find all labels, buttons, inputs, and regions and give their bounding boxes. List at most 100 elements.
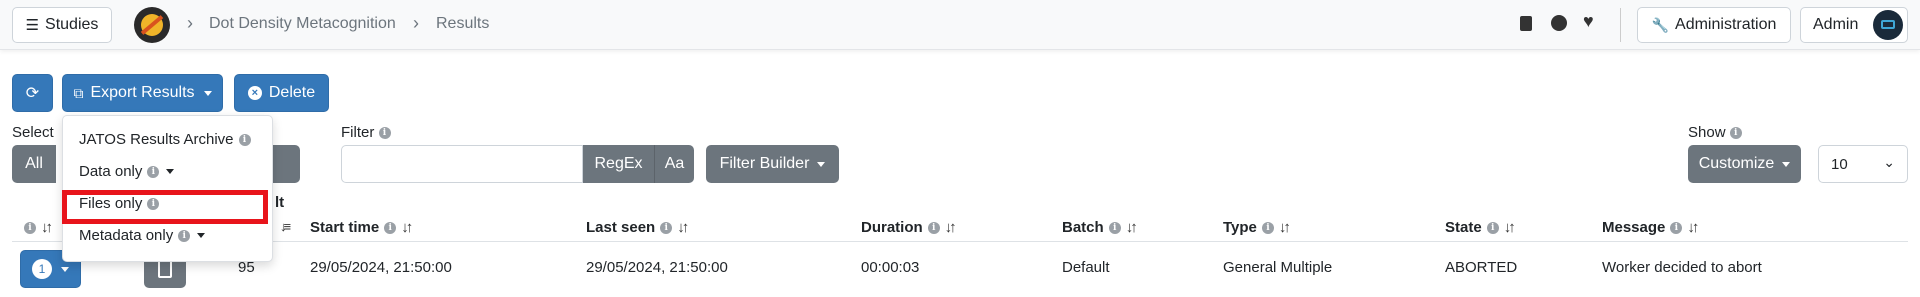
administration-label: Administration: [1675, 16, 1777, 33]
breadcrumb-results: Results: [436, 15, 490, 32]
navbar-divider: [1620, 8, 1621, 42]
show-label-text: Show: [1688, 124, 1726, 141]
row-badge: 1: [32, 259, 52, 279]
filter-label: Filter i: [341, 124, 391, 141]
info-icon: i: [384, 221, 397, 234]
info-icon: i: [178, 229, 191, 242]
administration-button[interactable]: 🔧 Administration: [1637, 7, 1791, 43]
column-header-start-time[interactable]: Start time i ↓↑: [310, 219, 413, 236]
info-icon: i: [238, 133, 251, 146]
select-all-button[interactable]: All: [12, 145, 56, 183]
chevron-right-icon: ›: [413, 13, 419, 33]
caret-down-icon: [817, 161, 826, 167]
cell-state: ABORTED: [1445, 259, 1518, 276]
document-icon[interactable]: [1520, 16, 1532, 31]
select-all-label: All: [25, 155, 43, 172]
export-results-label: Export Results: [90, 84, 195, 101]
heart-icon[interactable]: ♥: [1583, 11, 1594, 32]
info-icon: i: [1670, 221, 1683, 234]
refresh-icon: ⟳: [25, 85, 40, 102]
caret-down-icon: [197, 233, 206, 238]
customize-label: Customize: [1698, 155, 1775, 172]
sort-icon[interactable]: ↓↑: [1126, 219, 1138, 236]
export-results-button[interactable]: ⧉ Export Results: [62, 74, 223, 112]
column-header-last-seen[interactable]: Last seen i ↓↑: [586, 219, 689, 236]
menu-item-metadata-only[interactable]: Metadata only i: [79, 227, 206, 244]
chevron-down-icon: ⌄: [1883, 154, 1895, 170]
menu-item-label: JATOS Results Archive: [79, 131, 234, 148]
sort-icon[interactable]: ↓↑: [945, 219, 957, 236]
select-column-header: i ↓↑: [24, 219, 53, 236]
close-circle-icon: ×: [247, 86, 262, 100]
cell-type: General Multiple: [1223, 259, 1333, 276]
info-icon: i: [1729, 127, 1742, 140]
info-icon: i: [1486, 221, 1499, 234]
info-icon: i: [1108, 221, 1121, 234]
menu-icon: ☰: [25, 17, 40, 34]
regex-label: RegEx: [594, 155, 643, 172]
sort-icon[interactable]: ↓↑: [41, 219, 53, 236]
filter-builder-label: Filter Builder: [719, 155, 810, 172]
column-header-state[interactable]: State i ↓↑: [1445, 219, 1516, 236]
menu-item-jatos-archive[interactable]: JATOS Results Archive i: [79, 131, 251, 148]
column-header-duration[interactable]: Duration i ↓↑: [861, 219, 957, 236]
user-menu-button[interactable]: Admin: [1800, 7, 1908, 43]
delete-button[interactable]: × Delete: [234, 74, 329, 112]
top-navbar: ☰ Studies › Dot Density Metacognition › …: [0, 0, 1920, 50]
cell-last-seen: 29/05/2024, 21:50:00: [586, 259, 728, 276]
select-label: Select: [12, 124, 54, 141]
regex-toggle[interactable]: RegEx: [583, 145, 654, 183]
sort-icon[interactable]: ↓↑: [1279, 219, 1291, 236]
cell-message: Worker decided to abort: [1602, 259, 1762, 276]
avatar: [1873, 10, 1903, 40]
sort-icon[interactable]: ↓↑: [1687, 219, 1699, 236]
info-icon: i: [378, 127, 391, 140]
column-header-type[interactable]: Type i ↓↑: [1223, 219, 1291, 236]
menu-item-label: Metadata only: [79, 227, 174, 244]
caret-down-icon: [203, 90, 212, 96]
info-icon: i: [927, 221, 940, 234]
partial-column-header: lt: [275, 194, 285, 211]
column-header-batch[interactable]: Batch i ↓↑: [1062, 219, 1138, 236]
sort-icon[interactable]: ↓≡: [280, 219, 291, 234]
column-header-label: Batch: [1062, 219, 1104, 236]
highlight-box: [62, 190, 268, 224]
info-icon: i: [147, 165, 160, 178]
filter-input[interactable]: [341, 145, 583, 183]
case-sensitive-toggle[interactable]: Aa: [654, 145, 694, 183]
id-column-sort[interactable]: ↓≡: [280, 219, 291, 234]
column-header-label: State: [1445, 219, 1482, 236]
external-link-icon: ⧉: [73, 84, 84, 101]
page-size-select[interactable]: 10 ⌄: [1818, 145, 1908, 183]
column-header-label: Start time: [310, 219, 380, 236]
column-header-label: Type: [1223, 219, 1257, 236]
cell-duration: 00:00:03: [861, 259, 920, 276]
info-icon: i: [660, 221, 673, 234]
customize-button[interactable]: Customize: [1688, 145, 1801, 183]
menu-item-data-only[interactable]: Data only i: [79, 163, 175, 180]
sort-icon[interactable]: ↓↑: [401, 219, 413, 236]
column-header-message[interactable]: Message i ↓↑: [1602, 219, 1699, 236]
caret-down-icon: [166, 169, 175, 174]
export-results-menu: JATOS Results Archive i Data only i File…: [62, 115, 273, 262]
column-header-label: Duration: [861, 219, 923, 236]
studies-button[interactable]: ☰ Studies: [12, 7, 112, 43]
github-icon[interactable]: [1551, 15, 1567, 31]
case-label: Aa: [664, 155, 685, 172]
breadcrumb-study[interactable]: Dot Density Metacognition: [209, 15, 396, 33]
column-header-label: Last seen: [586, 219, 656, 236]
show-label: Show i: [1688, 124, 1742, 141]
column-header-label: Message: [1602, 219, 1666, 236]
sort-icon[interactable]: ↓↑: [677, 219, 689, 236]
cell-batch: Default: [1062, 259, 1110, 276]
wrench-icon: 🔧: [1651, 16, 1670, 33]
filter-builder-button[interactable]: Filter Builder: [706, 145, 839, 183]
sort-icon[interactable]: ↓↑: [1504, 219, 1516, 236]
caret-down-icon: [1782, 161, 1791, 167]
page-size-value: 10: [1831, 155, 1848, 173]
jatos-logo[interactable]: [134, 7, 170, 43]
info-icon: i: [1261, 221, 1274, 234]
user-label: Admin: [1813, 16, 1859, 33]
filter-label-text: Filter: [341, 124, 375, 141]
refresh-button[interactable]: ⟳: [12, 74, 53, 112]
